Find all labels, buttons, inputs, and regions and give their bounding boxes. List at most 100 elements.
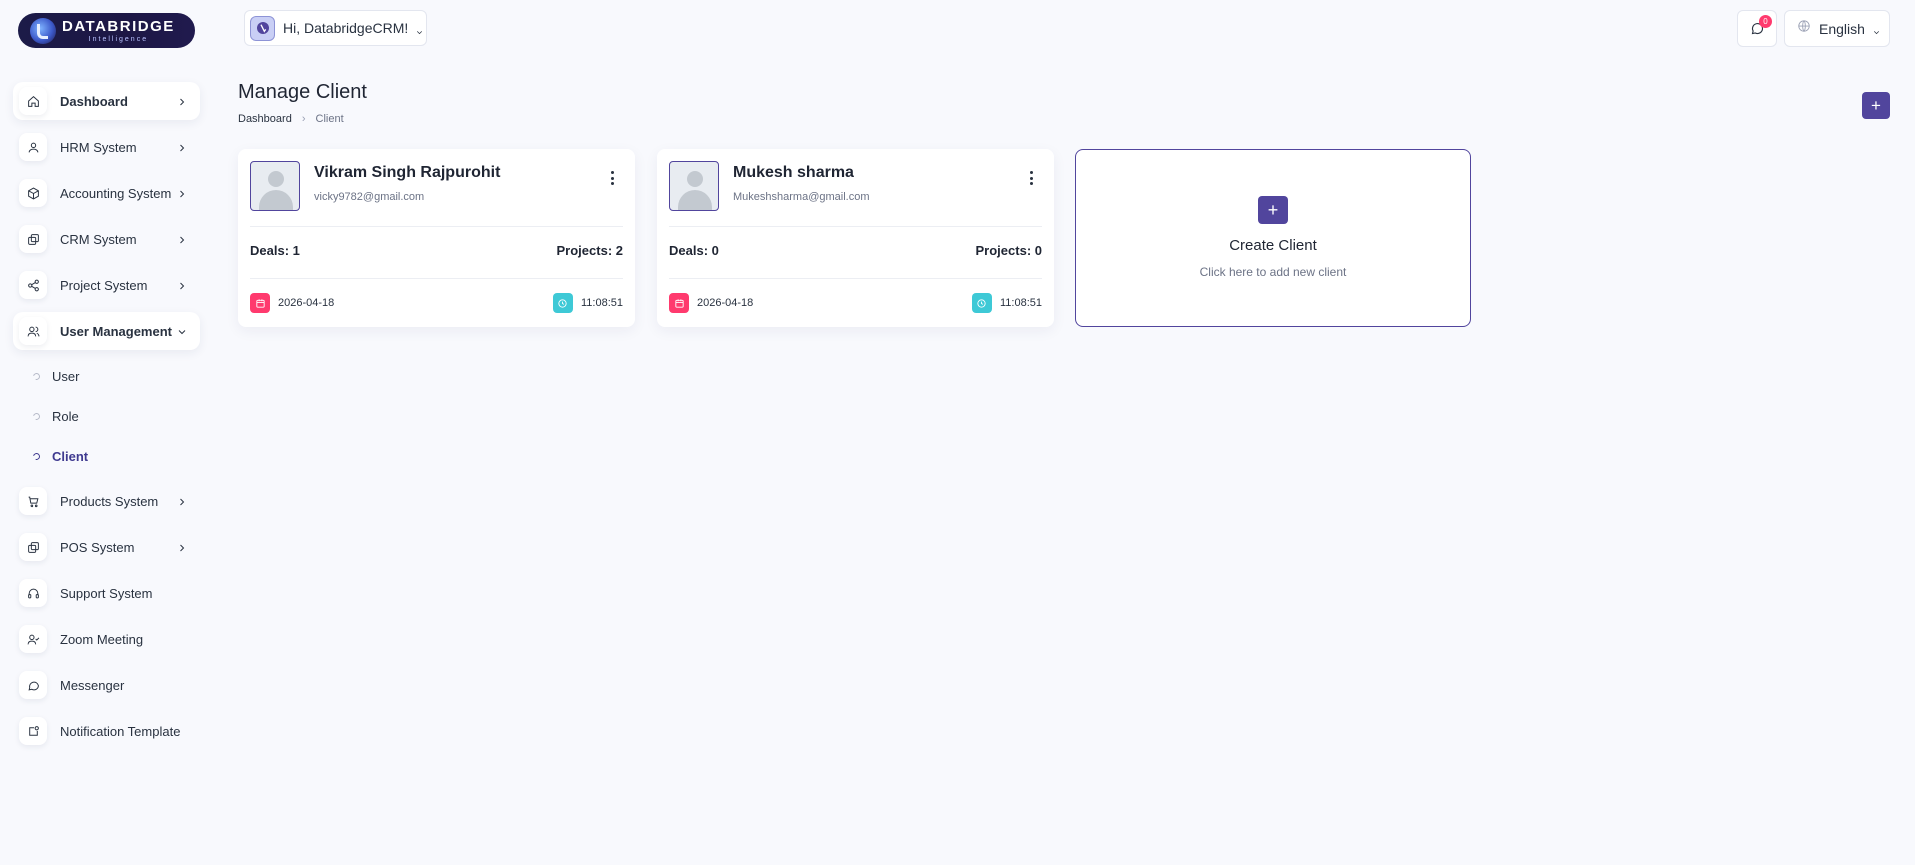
sidebar-nav: Dashboard HRM System Accounting System C… (13, 82, 200, 758)
sidebar-item-zoom-meeting[interactable]: Zoom Meeting (13, 620, 200, 658)
clock-icon (552, 293, 573, 313)
share-icon (19, 271, 47, 299)
language-selector[interactable]: English (1784, 10, 1890, 47)
client-email: Mukeshsharma@gmail.com (733, 191, 870, 203)
create-client-title: Create Client (1229, 237, 1317, 254)
chevron-down-icon (1872, 24, 1881, 35)
clock-icon (971, 293, 992, 313)
sidebar-item-user-management[interactable]: User Management (13, 312, 200, 350)
chevron-right-icon (176, 141, 188, 153)
submenu-item-client[interactable]: Client (13, 436, 200, 476)
sidebar-item-label: CRM System (60, 231, 137, 247)
client-name: Mukesh sharma (733, 164, 854, 181)
layers-icon (19, 225, 47, 253)
chevron-right-icon (176, 541, 188, 553)
calendar-icon (669, 293, 689, 313)
notification-icon (19, 717, 47, 745)
sidebar-item-label: User Management (60, 323, 172, 339)
chevron-right-icon (176, 187, 188, 199)
submenu-item-user[interactable]: User (13, 356, 200, 396)
cart-icon (19, 487, 47, 515)
user-icon (19, 133, 47, 161)
breadcrumb-separator-icon: › (301, 113, 306, 125)
brand-subtitle: Intelligence (88, 35, 149, 43)
client-time: 11:08:51 (999, 297, 1042, 309)
breadcrumb: Dashboard › Client (238, 113, 344, 125)
avatar-icon (256, 22, 269, 34)
client-date: 2026-04-18 (278, 297, 335, 309)
chevron-down-icon (415, 24, 424, 34)
breadcrumb-current: Client (315, 113, 344, 125)
chevron-right-icon (176, 233, 188, 245)
client-avatar (250, 161, 300, 211)
sidebar: DATABRIDGE Intelligence Dashboard HRM Sy… (0, 0, 214, 865)
sidebar-item-messenger[interactable]: Messenger (13, 666, 200, 704)
headphones-icon (19, 579, 47, 607)
user-greeting: Hi, DatabridgeCRM! (283, 20, 409, 36)
chevron-right-icon (176, 279, 188, 291)
chevron-right-icon (176, 495, 188, 507)
layers-icon (19, 533, 47, 561)
client-card: Mukesh sharma Mukeshsharma@gmail.com Dea… (657, 149, 1054, 327)
client-projects: Projects: 2 (556, 243, 623, 258)
sidebar-item-label: HRM System (60, 139, 137, 155)
client-date: 2026-04-18 (697, 297, 754, 309)
client-email: vicky9782@gmail.com (314, 191, 425, 203)
notification-count-badge: 0 (1759, 15, 1772, 28)
create-client-card[interactable]: + Create Client Click here to add new cl… (1075, 149, 1471, 327)
sidebar-item-accounting-system[interactable]: Accounting System (13, 174, 200, 212)
sidebar-item-hrm-system[interactable]: HRM System (13, 128, 200, 166)
submenu-item-role[interactable]: Role (13, 396, 200, 436)
language-label: English (1819, 20, 1865, 37)
brand-title: DATABRIDGE (62, 17, 175, 35)
bullet-icon (31, 451, 42, 461)
chevron-down-icon (176, 325, 188, 337)
sidebar-item-label: Products System (60, 493, 159, 509)
sidebar-item-label: Dashboard (60, 93, 128, 109)
sidebar-item-project-system[interactable]: Project System (13, 266, 200, 304)
create-client-subtitle: Click here to add new client (1199, 265, 1347, 279)
brand-logo[interactable]: DATABRIDGE Intelligence (18, 13, 195, 48)
sidebar-item-products-system[interactable]: Products System (13, 482, 200, 520)
page-title: Manage Client (238, 81, 367, 103)
sidebar-item-support-system[interactable]: Support System (13, 574, 200, 612)
users-icon (19, 317, 47, 345)
sidebar-item-dashboard[interactable]: Dashboard (13, 82, 200, 120)
breadcrumb-dashboard-link[interactable]: Dashboard (238, 113, 292, 125)
user-menu-button[interactable]: Hi, DatabridgeCRM! (244, 10, 427, 46)
more-options-icon[interactable] (1024, 169, 1038, 187)
sidebar-item-label: Zoom Meeting (60, 631, 144, 647)
sidebar-item-label: Notification Template (60, 723, 181, 739)
sidebar-item-label: Support System (60, 585, 153, 601)
sidebar-item-crm-system[interactable]: CRM System (13, 220, 200, 258)
client-name: Vikram Singh Rajpurohit (314, 164, 501, 181)
sidebar-item-notification-template[interactable]: Notification Template (13, 712, 200, 750)
client-time: 11:08:51 (580, 297, 623, 309)
box-icon (19, 179, 47, 207)
client-deals: Deals: 0 (669, 243, 719, 258)
sidebar-item-label: Messenger (60, 677, 125, 693)
user-management-submenu: User Role Client (13, 356, 200, 476)
sidebar-item-label: POS System (60, 539, 135, 555)
avatar (250, 15, 275, 41)
globe-icon (1797, 19, 1811, 38)
client-card: Vikram Singh Rajpurohit vicky9782@gmail.… (238, 149, 635, 327)
sidebar-item-label: Project System (60, 277, 148, 293)
plus-icon: + (1258, 196, 1288, 224)
message-icon (19, 671, 47, 699)
client-projects: Projects: 0 (975, 243, 1042, 258)
submenu-item-label: Client (52, 448, 89, 464)
calendar-icon (250, 293, 270, 313)
sidebar-item-pos-system[interactable]: POS System (13, 528, 200, 566)
more-options-icon[interactable] (605, 169, 619, 187)
sidebar-item-label: Accounting System (60, 185, 172, 201)
add-client-button[interactable]: + (1862, 92, 1890, 119)
bullet-icon (31, 411, 42, 421)
client-avatar (669, 161, 719, 211)
user-check-icon (19, 625, 47, 653)
submenu-item-label: User (52, 368, 80, 384)
client-deals: Deals: 1 (250, 243, 300, 258)
home-icon (19, 87, 47, 115)
notifications-button[interactable]: 0 (1737, 10, 1777, 47)
chevron-right-icon (176, 95, 188, 107)
